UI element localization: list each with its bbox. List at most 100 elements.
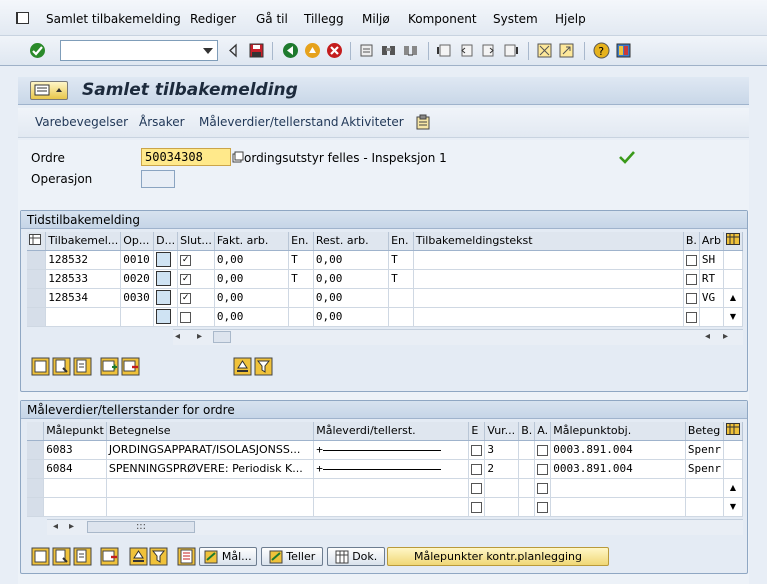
- menu-rediger[interactable]: Rediger: [190, 12, 236, 26]
- operasjon-field[interactable]: [141, 170, 175, 188]
- maleverdier-button[interactable]: Måleverdier/tellerstand: [199, 115, 339, 129]
- cell-en2[interactable]: [388, 288, 414, 308]
- mal-button[interactable]: Mål...: [199, 547, 257, 566]
- col-en-2[interactable]: En.: [388, 232, 414, 251]
- a-checkbox[interactable]: [537, 444, 549, 456]
- cell-a[interactable]: [534, 497, 552, 517]
- cell-text[interactable]: [413, 250, 684, 270]
- document-icon[interactable]: [73, 357, 92, 376]
- cell-beteg[interactable]: [685, 478, 724, 498]
- cell-text[interactable]: [413, 307, 684, 327]
- cell-tilbakemel[interactable]: 128532: [45, 250, 122, 270]
- cell-op[interactable]: 0020: [120, 269, 155, 289]
- scroll-left-icon[interactable]: ◂: [53, 521, 58, 532]
- dok-button[interactable]: Dok.: [327, 547, 385, 566]
- menu-ga-til[interactable]: Gå til: [256, 12, 288, 26]
- scroll-up-icon[interactable]: ▲: [723, 288, 744, 308]
- row-selector[interactable]: [27, 459, 45, 479]
- col-b[interactable]: B.: [518, 422, 536, 441]
- collapse-left-icon[interactable]: [225, 42, 242, 59]
- cell-malepunktobj[interactable]: [550, 478, 686, 498]
- menu-komponent[interactable]: Komponent: [408, 12, 477, 26]
- cell-rest[interactable]: 0,00: [313, 269, 390, 289]
- details-icon[interactable]: [52, 357, 71, 376]
- a-checkbox[interactable]: [537, 501, 549, 513]
- cell-malepunkt[interactable]: 6084: [43, 459, 107, 479]
- col-d[interactable]: D...: [153, 232, 179, 251]
- cell-b[interactable]: [518, 478, 536, 498]
- b-checkbox[interactable]: [685, 273, 697, 285]
- find-next-icon[interactable]: [402, 42, 419, 59]
- horizontal-scrollbar-2[interactable]: ◂ ▸ :::: [47, 519, 743, 535]
- cell-b[interactable]: [683, 288, 700, 308]
- scroll-right-2-icon[interactable]: ▸: [723, 331, 728, 342]
- cell-en1[interactable]: [288, 307, 314, 327]
- scroll-thumb[interactable]: [213, 331, 231, 343]
- col-arb[interactable]: Arb: [699, 232, 724, 251]
- insert-row-icon[interactable]: [100, 357, 119, 376]
- cell-malepunkt[interactable]: [43, 478, 107, 498]
- cell-arb[interactable]: RT: [699, 269, 724, 289]
- sort-ascending-icon[interactable]: [129, 547, 148, 566]
- cell-maleverdi[interactable]: [313, 478, 470, 498]
- col-b[interactable]: B.: [683, 232, 700, 251]
- exit-menu-icon[interactable]: [16, 12, 29, 24]
- filter-icon[interactable]: [254, 357, 273, 376]
- col-betegnelse[interactable]: Betegnelse: [106, 422, 315, 441]
- scroll-down-icon[interactable]: ▼: [723, 307, 744, 327]
- cell-text[interactable]: [413, 269, 684, 289]
- select-all-rows-icon[interactable]: [31, 357, 50, 376]
- cell-e[interactable]: [468, 497, 486, 517]
- find-icon[interactable]: [380, 42, 397, 59]
- col-en-1[interactable]: En.: [288, 232, 314, 251]
- cell-a[interactable]: [534, 478, 552, 498]
- cell-en1[interactable]: [288, 288, 314, 308]
- cell-malepunkt[interactable]: 6083: [43, 440, 107, 460]
- e-checkbox[interactable]: [471, 501, 483, 513]
- cell-en2[interactable]: T: [388, 269, 414, 289]
- cell-slut[interactable]: ✓: [177, 269, 215, 289]
- cell-b[interactable]: [518, 459, 536, 479]
- cell-b[interactable]: [518, 440, 536, 460]
- cell-betegnelse[interactable]: [106, 497, 315, 517]
- scroll-left-icon[interactable]: ◂: [175, 331, 180, 342]
- command-field[interactable]: [60, 40, 218, 61]
- row-selector[interactable]: [27, 497, 45, 517]
- arsaker-button[interactable]: Årsaker: [139, 115, 185, 129]
- cell-betegnelse[interactable]: SPENNINGSPRØVERE: Periodisk K...: [106, 459, 315, 479]
- delete-row-icon[interactable]: [121, 357, 140, 376]
- cell-arb[interactable]: VG: [699, 288, 724, 308]
- cell-slut[interactable]: ✓: [177, 250, 215, 270]
- document-icon[interactable]: [73, 547, 92, 566]
- cell-a[interactable]: [534, 459, 552, 479]
- cell-beteg[interactable]: Spenr: [685, 459, 724, 479]
- scroll-right-icon[interactable]: ▸: [197, 331, 202, 342]
- title-menu-button[interactable]: [30, 81, 68, 100]
- cell-d[interactable]: [153, 250, 179, 270]
- back-icon[interactable]: [282, 42, 299, 59]
- copy-icon[interactable]: [232, 151, 244, 163]
- cell-e[interactable]: [468, 459, 486, 479]
- cell-b[interactable]: [683, 269, 700, 289]
- menu-hjelp[interactable]: Hjelp: [555, 12, 586, 26]
- cell-vur[interactable]: [484, 497, 520, 517]
- cell-rest[interactable]: 0,00: [313, 307, 390, 327]
- cell-b[interactable]: [683, 250, 700, 270]
- cell-rest[interactable]: 0,00: [313, 250, 390, 270]
- cell-tilbakemel[interactable]: 128533: [45, 269, 122, 289]
- magnifier-icon[interactable]: [156, 290, 172, 305]
- row-selector[interactable]: [27, 250, 47, 270]
- layout-menu-icon[interactable]: [615, 42, 632, 59]
- scroll-down-icon[interactable]: ▼: [723, 497, 744, 517]
- cell-slut[interactable]: [177, 307, 215, 327]
- malepunkter-kontr-planlegging-button[interactable]: Målepunkter kontr.planlegging: [387, 547, 609, 566]
- col-e[interactable]: E: [468, 422, 486, 441]
- cell-slut[interactable]: ✓: [177, 288, 215, 308]
- cell-fakt[interactable]: 0,00: [214, 250, 290, 270]
- cell-maleverdi[interactable]: +: [313, 459, 470, 479]
- cell-maleverdi[interactable]: +: [313, 440, 470, 460]
- teller-button[interactable]: Teller: [261, 547, 323, 566]
- cell-betegnelse[interactable]: [106, 478, 315, 498]
- a-checkbox[interactable]: [537, 463, 549, 475]
- shortcut-icon[interactable]: [558, 42, 575, 59]
